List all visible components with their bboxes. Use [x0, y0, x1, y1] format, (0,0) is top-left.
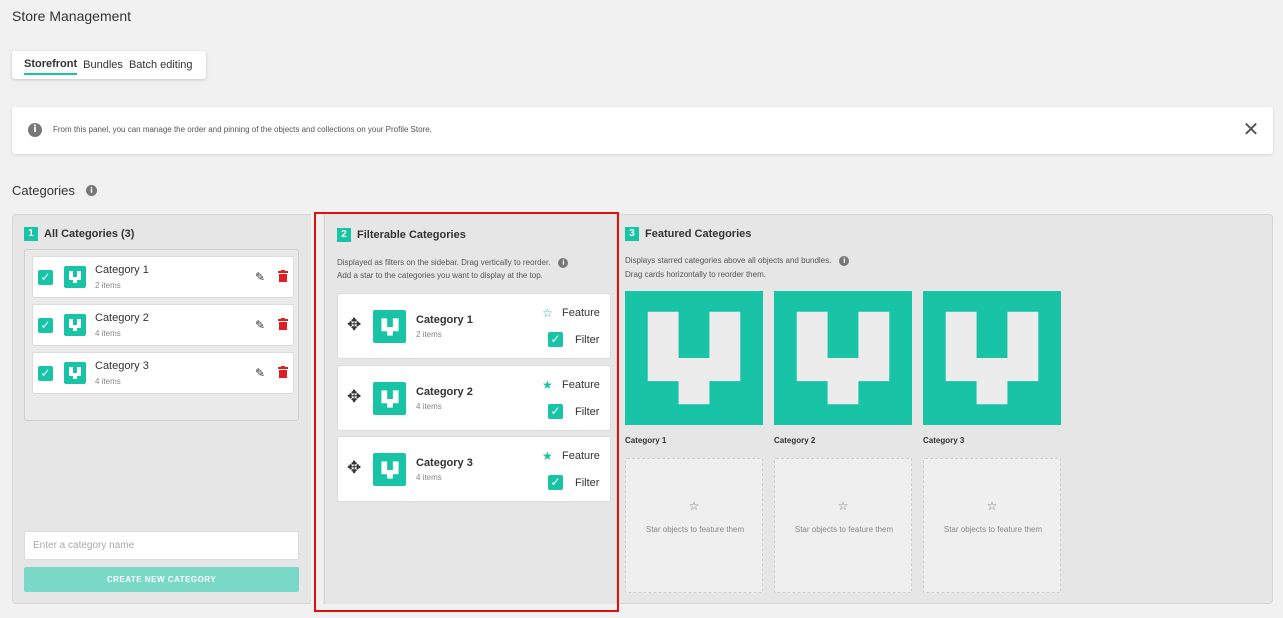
feature-label: Feature	[562, 307, 600, 319]
feature-label: Feature	[562, 379, 600, 391]
placeholder-text: Star objects to feature them	[943, 525, 1043, 534]
pencil-icon[interactable]: ✎	[255, 366, 265, 380]
categories-title: Categories	[12, 183, 75, 198]
filterable-desc-line1: Displayed as filters on the sidebar. Dra…	[337, 258, 551, 267]
featured-description: Displays starred categories above all ob…	[625, 254, 1025, 282]
step-badge: 2	[337, 228, 351, 242]
category-name-input[interactable]	[24, 531, 299, 560]
star-outline-icon: ☆	[837, 499, 849, 513]
category-name: Category 1	[95, 264, 149, 276]
info-banner: i From this panel, you can manage the or…	[12, 107, 1273, 154]
brand-logo-icon	[64, 362, 86, 384]
all-categories-header: 1 All Categories (3)	[24, 227, 134, 241]
step-badge: 3	[625, 227, 639, 241]
featured-tile[interactable]	[923, 291, 1061, 425]
filter-label: Filter	[575, 334, 600, 346]
filterable-desc-line2: Add a star to the categories you want to…	[337, 271, 543, 280]
featured-title: Featured Categories	[645, 228, 752, 240]
star-outline-icon[interactable]: ☆	[542, 306, 553, 320]
trash-icon[interactable]	[278, 318, 288, 333]
move-icon[interactable]: ✥	[347, 460, 361, 477]
tab-storefront[interactable]: Storefront	[24, 55, 78, 75]
star-filled-icon[interactable]: ★	[542, 378, 553, 392]
filterable-header: 2 Filterable Categories	[337, 228, 466, 242]
filter-label: Filter	[575, 406, 600, 418]
placeholder-text: Star objects to feature them	[645, 525, 745, 534]
star-outline-icon: ☆	[688, 499, 700, 513]
brand-logo-icon	[373, 310, 406, 343]
filterable-name: Category 2	[416, 386, 473, 398]
filter-label: Filter	[575, 477, 600, 489]
brand-logo-icon	[373, 382, 406, 415]
column-gap	[311, 214, 323, 604]
check-icon[interactable]: ✓	[548, 404, 563, 419]
filterable-name: Category 1	[416, 314, 473, 326]
pencil-icon[interactable]: ✎	[255, 318, 265, 332]
tab-batch-editing[interactable]: Batch editing	[129, 56, 193, 74]
all-categories-title: All Categories (3)	[44, 228, 135, 240]
filterable-count: 4 items	[416, 473, 442, 482]
filterable-count: 4 items	[416, 402, 442, 411]
close-icon[interactable]: ✕	[1240, 119, 1262, 141]
tab-bundles[interactable]: Bundles	[83, 56, 123, 74]
featured-placeholder: ☆ Star objects to feature them	[625, 458, 763, 593]
category-count: 4 items	[95, 377, 121, 386]
category-name: Category 2	[95, 312, 149, 324]
all-categories-list: ✓ Category 1 2 items ✎ ✓ Category 2 4 it…	[24, 249, 299, 421]
tab-bar: Storefront Bundles Batch editing	[12, 51, 206, 79]
featured-tile[interactable]	[625, 291, 763, 425]
category-row[interactable]: ✓ Category 1 2 items ✎	[32, 256, 294, 298]
check-icon[interactable]: ✓	[38, 270, 53, 285]
brand-logo-icon	[64, 266, 86, 288]
filterable-name: Category 3	[416, 457, 473, 469]
banner-text: From this panel, you can manage the orde…	[53, 125, 432, 134]
check-icon[interactable]: ✓	[548, 332, 563, 347]
trash-icon[interactable]	[278, 366, 288, 381]
info-icon: i	[839, 255, 850, 266]
star-outline-icon: ☆	[986, 499, 998, 513]
page-title: Store Management	[12, 8, 132, 24]
check-icon[interactable]: ✓	[548, 475, 563, 490]
featured-label: Category 1	[625, 436, 667, 445]
filterable-description: Displayed as filters on the sidebar. Dra…	[337, 256, 612, 282]
star-filled-icon[interactable]: ★	[542, 449, 553, 463]
filterable-card[interactable]: ✥ Category 1 2 items ☆ Feature ✓ Filter	[337, 293, 611, 359]
category-name: Category 3	[95, 360, 149, 372]
check-icon[interactable]: ✓	[38, 366, 53, 381]
featured-placeholder: ☆ Star objects to feature them	[774, 458, 912, 593]
placeholder-text: Star objects to feature them	[794, 525, 894, 534]
info-icon: i	[28, 123, 42, 137]
featured-tile[interactable]	[774, 291, 912, 425]
featured-header: 3 Featured Categories	[625, 227, 751, 241]
filterable-title: Filterable Categories	[357, 229, 466, 241]
brand-logo-icon	[647, 311, 741, 405]
category-row[interactable]: ✓ Category 2 4 items ✎	[32, 304, 294, 346]
featured-label: Category 3	[923, 436, 965, 445]
brand-logo-icon	[945, 311, 1039, 405]
featured-placeholder: ☆ Star objects to feature them	[923, 458, 1061, 593]
info-icon: i	[558, 257, 569, 268]
trash-icon[interactable]	[278, 270, 288, 285]
category-row[interactable]: ✓ Category 3 4 items ✎	[32, 352, 294, 394]
brand-logo-icon	[373, 453, 406, 486]
filterable-count: 2 items	[416, 330, 442, 339]
create-category-button[interactable]: CREATE NEW CATEGORY	[24, 567, 299, 592]
move-icon[interactable]: ✥	[347, 317, 361, 334]
brand-logo-icon	[796, 311, 890, 405]
info-icon: i	[86, 185, 97, 196]
check-icon[interactable]: ✓	[38, 318, 53, 333]
featured-desc-line1: Displays starred categories above all ob…	[625, 256, 832, 265]
filterable-card[interactable]: ✥ Category 2 4 items ★ Feature ✓ Filter	[337, 365, 611, 431]
filterable-card[interactable]: ✥ Category 3 4 items ★ Feature ✓ Filter	[337, 436, 611, 502]
category-count: 4 items	[95, 329, 121, 338]
move-icon[interactable]: ✥	[347, 389, 361, 406]
feature-label: Feature	[562, 450, 600, 462]
featured-desc-line2: Drag cards horizontally to reorder them.	[625, 270, 766, 279]
featured-label: Category 2	[774, 436, 816, 445]
pencil-icon[interactable]: ✎	[255, 270, 265, 284]
brand-logo-icon	[64, 314, 86, 336]
category-count: 2 items	[95, 281, 121, 290]
step-badge: 1	[24, 227, 38, 241]
